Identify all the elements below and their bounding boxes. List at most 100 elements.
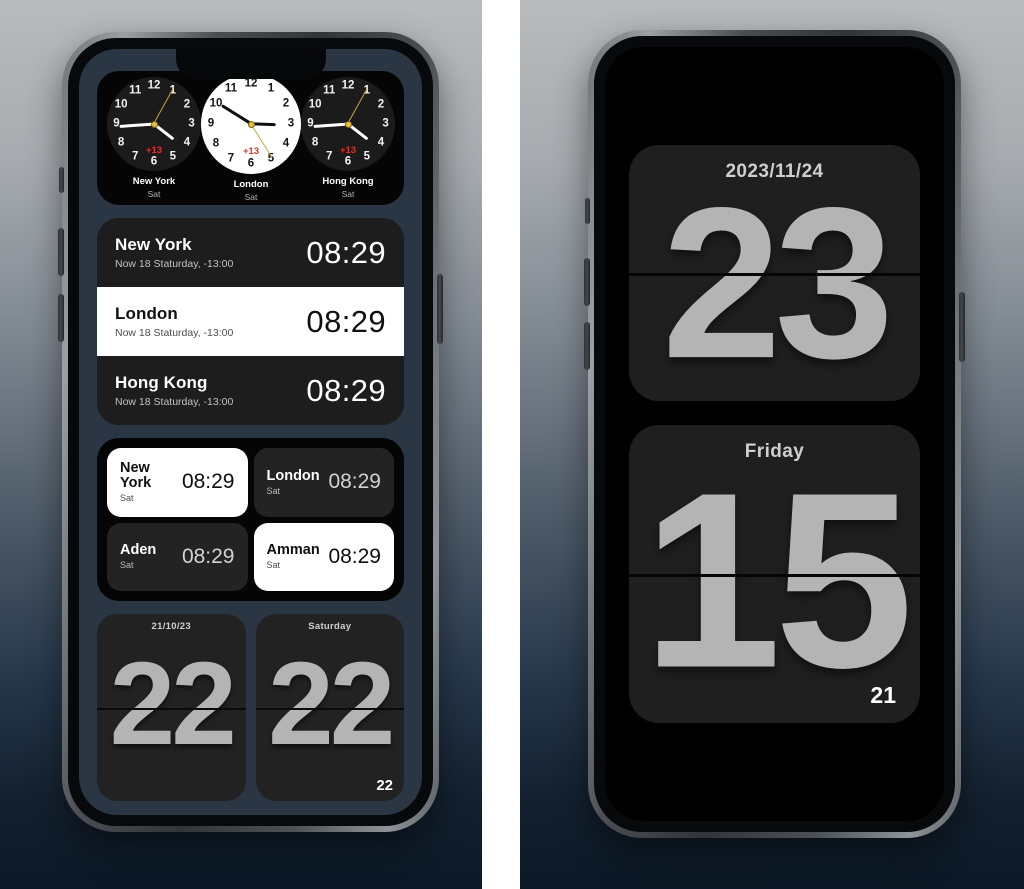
grid-city-label: London [266, 467, 320, 484]
analog-clock-hong-kong[interactable]: 12 1 2 3 4 5 6 7 8 9 10 11 +13 Hong Kong… [301, 77, 395, 199]
grid-cell-aden[interactable]: Aden Sat 08:29 [107, 522, 248, 591]
clock-city-label: London [233, 179, 269, 190]
hour-numeral-8: 8 [117, 136, 125, 149]
notch-left [175, 49, 326, 79]
hour-numeral-3: 3 [188, 117, 195, 130]
hour-numeral-6: 6 [247, 157, 255, 170]
list-time-value: 08:29 [306, 303, 386, 339]
clock-dial: 12 1 2 3 4 5 6 7 8 9 10 [201, 74, 301, 174]
phone-screen-left: 12 1 2 3 4 5 6 7 8 9 10 11 +13 New York … [79, 49, 422, 815]
hour-numeral-3: 3 [382, 117, 389, 130]
flip-clock-weekday-widget[interactable]: Saturday 22 22 [255, 614, 404, 801]
clock-center-pin [150, 120, 158, 128]
hour-numeral-9: 9 [307, 117, 314, 130]
list-subtitle: Now 18 Staturday, -13:00 [115, 258, 234, 270]
minute-hand [118, 122, 155, 128]
clock-day-label: Sat [341, 189, 355, 199]
hour-numeral-8: 8 [311, 136, 319, 149]
power-button-left[interactable] [437, 274, 443, 344]
minute-hand [220, 104, 252, 126]
flip-digits: 15 [642, 440, 913, 720]
volume-up-button-right[interactable] [584, 258, 590, 306]
screenshot-stage: 12 1 2 3 4 5 6 7 8 9 10 11 +13 New York … [0, 0, 1024, 889]
clock-city-label: New York [132, 176, 176, 187]
flip-split-line [255, 707, 404, 710]
hour-numeral-10: 10 [209, 97, 223, 110]
grid-city-label: New York [120, 460, 152, 492]
hour-numeral-1: 1 [267, 82, 275, 95]
mute-switch-left[interactable] [59, 167, 64, 193]
flip-clock-large-weekday[interactable]: Friday 15 21 [629, 425, 920, 723]
grid-day-label: Sat [120, 560, 134, 571]
flip-digits: 22 [268, 637, 395, 770]
hour-numeral-7: 7 [131, 149, 139, 162]
flip-header-label: 2023/11/24 [725, 161, 824, 182]
flip-digits: 22 [109, 637, 237, 770]
hour-numeral-3: 3 [287, 117, 295, 130]
grid-time-value: 08:29 [328, 544, 381, 568]
hour-numeral-10: 10 [308, 98, 322, 111]
flip-clock-date-widget[interactable]: 21/10/23 22 [97, 614, 246, 801]
power-button-right[interactable] [959, 292, 965, 362]
analog-clock-london[interactable]: 12 1 2 3 4 5 6 7 8 9 10 [201, 74, 301, 202]
hour-numeral-5: 5 [169, 149, 176, 162]
list-city-label: Hong Kong [115, 373, 208, 392]
grid-cell-amman[interactable]: Amman Sat 08:29 [253, 522, 394, 591]
list-subtitle: Now 18 Staturday, -13:00 [115, 327, 234, 339]
list-item[interactable]: New York Now 18 Staturday, -13:00 08:29 [97, 218, 404, 287]
volume-up-button-left[interactable] [58, 228, 64, 276]
phone-screen-right: 2023/11/24 23 Friday 15 21 [605, 47, 944, 821]
hour-numeral-12: 12 [244, 77, 258, 90]
mute-switch-right[interactable] [585, 198, 590, 224]
hour-numeral-7: 7 [325, 149, 333, 162]
flip-header-label: 21/10/23 [151, 621, 191, 632]
hour-numeral-4: 4 [183, 136, 191, 149]
list-item[interactable]: Hong Kong Now 18 Staturday, -13:00 08:29 [97, 356, 404, 425]
grid-day-label: Sat [120, 493, 134, 504]
hour-numeral-12: 12 [147, 79, 161, 92]
world-clock-list-widget[interactable]: New York Now 18 Staturday, -13:00 08:29 … [97, 218, 404, 425]
flip-header-label: Friday [744, 441, 805, 462]
flip-header-label: Saturday [308, 621, 352, 632]
list-item[interactable]: London Now 18 Staturday, -13:00 08:29 [97, 287, 404, 356]
analog-clock-new-york[interactable]: 12 1 2 3 4 5 6 7 8 9 10 11 +13 New York … [107, 77, 201, 199]
flip-corner-value: 21 [870, 682, 896, 708]
minute-hand [312, 122, 349, 128]
grid-day-label: Sat [266, 485, 281, 496]
hour-numeral-9: 9 [113, 117, 120, 130]
hour-numeral-4: 4 [282, 137, 290, 150]
list-time-value: 08:29 [306, 234, 386, 270]
volume-down-button-left[interactable] [58, 294, 64, 342]
world-clock-analog-widget[interactable]: 12 1 2 3 4 5 6 7 8 9 10 11 +13 New York … [97, 71, 404, 205]
world-clock-grid-widget[interactable]: New York Sat 08:29 London Sat 08:29 Aden… [97, 438, 404, 601]
flip-clock-widget-row: 21/10/23 22 Saturday 22 22 [97, 614, 404, 801]
flip-corner-value: 22 [376, 777, 393, 794]
hour-numeral-9: 9 [207, 117, 215, 130]
hour-numeral-6: 6 [150, 154, 158, 167]
list-city-label: London [115, 304, 178, 323]
hour-numeral-7: 7 [227, 151, 235, 164]
hour-numeral-11: 11 [129, 84, 142, 97]
flip-digits: 23 [661, 162, 894, 401]
volume-down-button-right[interactable] [584, 322, 590, 370]
hour-numeral-4: 4 [377, 136, 385, 149]
utc-offset-label: +13 [145, 144, 163, 156]
grid-time-value: 08:29 [181, 544, 235, 568]
flip-split-line [629, 574, 920, 577]
phone-device-right: 2023/11/24 23 Friday 15 21 [584, 30, 965, 838]
utc-offset-label: +13 [242, 146, 260, 157]
clock-city-label: Hong Kong [322, 176, 374, 187]
clock-center-pin [247, 120, 255, 128]
grid-cell-london[interactable]: London Sat 08:29 [253, 448, 394, 517]
grid-time-value: 08:29 [328, 470, 381, 494]
clock-dial: 12 1 2 3 4 5 6 7 8 9 10 [301, 77, 395, 171]
list-city-label: New York [115, 235, 192, 254]
phone-device-left: 12 1 2 3 4 5 6 7 8 9 10 11 +13 New York … [58, 32, 443, 832]
hour-hand [250, 122, 277, 127]
hour-numeral-10: 10 [114, 98, 128, 111]
lock-screen-content: 2023/11/24 23 Friday 15 21 [605, 47, 944, 821]
grid-cell-new-york[interactable]: New York Sat 08:29 [107, 448, 248, 517]
utc-offset-label: +13 [339, 144, 357, 156]
clock-day-label: Sat [147, 189, 161, 199]
flip-clock-large-date[interactable]: 2023/11/24 23 [629, 145, 920, 401]
